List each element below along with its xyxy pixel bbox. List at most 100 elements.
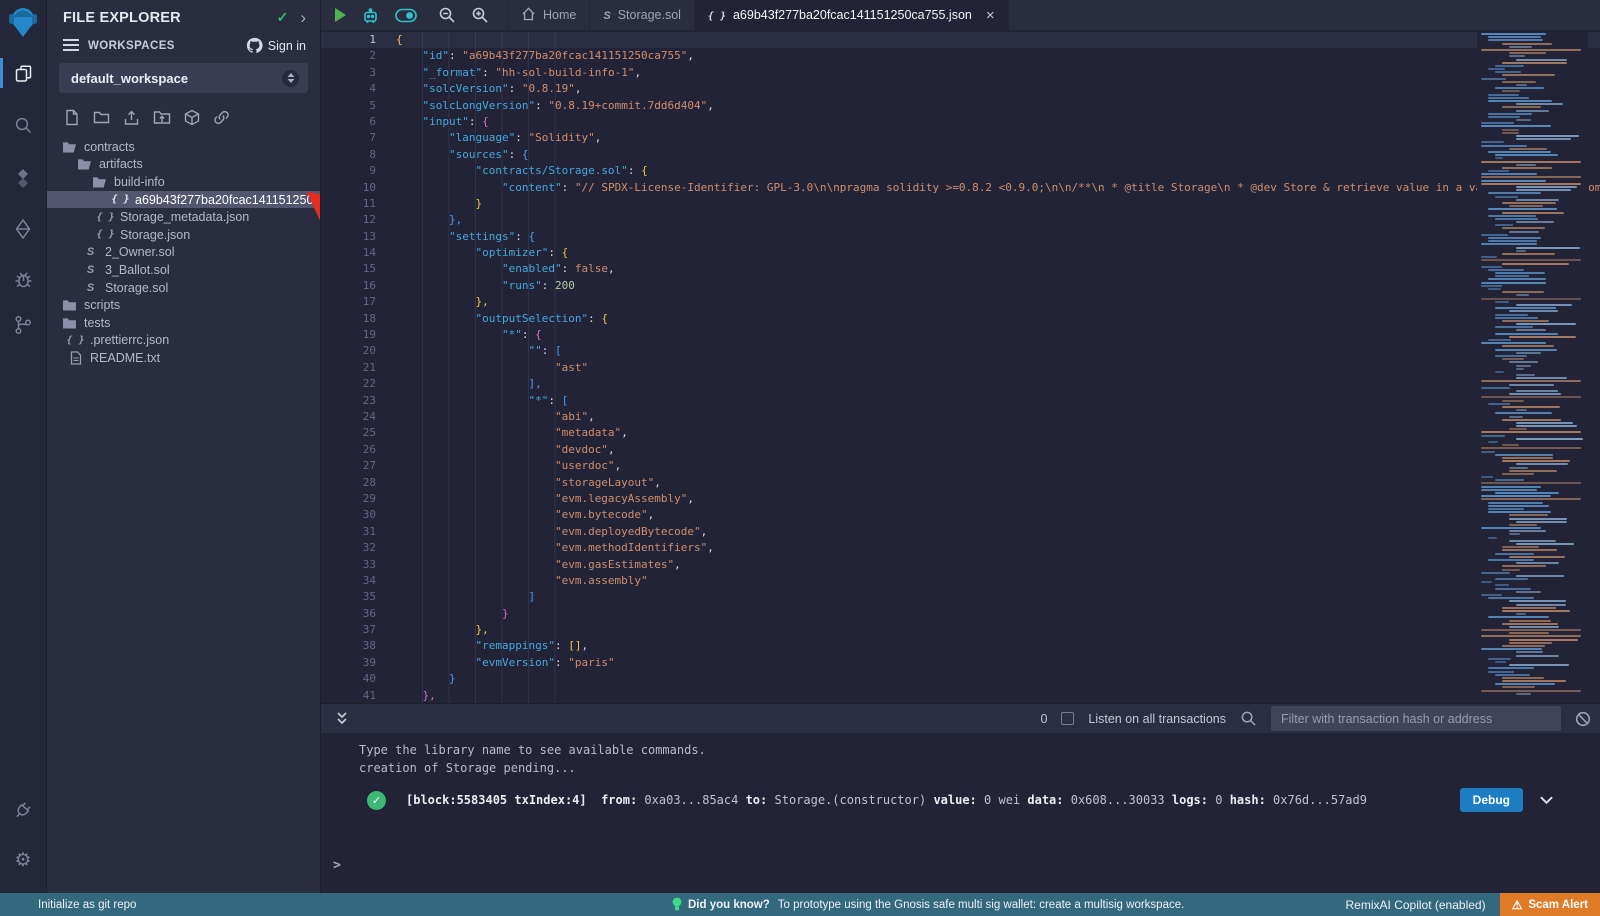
json-icon: { } xyxy=(708,8,726,22)
chevron-down-icon[interactable] xyxy=(1539,795,1554,806)
tree-item[interactable]: { }Storage_metadata.json xyxy=(47,208,320,226)
editor-area: HomeSStorage.sol { } a69b43f277ba20fcac141… xyxy=(321,0,1600,893)
sidebar-item-plugin-manager[interactable] xyxy=(0,793,46,827)
code-line: 25 "metadata", xyxy=(321,425,1600,441)
line-number: 8 xyxy=(321,147,376,163)
home-icon xyxy=(521,7,536,24)
minimap-line xyxy=(1509,620,1551,622)
git-init-status[interactable]: Initialize as git repo xyxy=(38,899,136,911)
folder-icon xyxy=(62,317,77,329)
toggle-icon[interactable] xyxy=(395,8,417,23)
minimap-line xyxy=(1495,492,1559,494)
sidebar-item-search[interactable] xyxy=(0,108,46,142)
terminal[interactable]: Type the library name to see available c… xyxy=(321,733,1600,893)
terminal-prompt[interactable]: > xyxy=(333,858,341,873)
tree-item[interactable]: scripts xyxy=(47,296,320,314)
minimap-line xyxy=(1502,320,1549,322)
line-number: 33 xyxy=(321,557,376,573)
tree-item[interactable]: artifacts xyxy=(47,156,320,174)
workbench: ⚙ FILE EXPLORER ✓ › WORKSPACES xyxy=(0,0,1600,893)
code-line: 6 "input": { xyxy=(321,114,1600,130)
tree-item[interactable]: { }a69b43f277ba20fcac141151250ca7... xyxy=(47,191,320,209)
hamburger-menu-icon[interactable] xyxy=(63,39,79,52)
copilot-status[interactable]: RemixAI Copilot (enabled) xyxy=(1346,898,1486,912)
tree-item[interactable]: README.txt xyxy=(47,349,320,367)
tree-item[interactable]: build-info xyxy=(47,173,320,191)
tree-item[interactable]: { }.prettierrc.json xyxy=(47,332,320,350)
debug-button[interactable]: Debug xyxy=(1460,788,1523,812)
minimap-line xyxy=(1509,632,1549,634)
minimap-line xyxy=(1481,145,1527,147)
new-file-icon[interactable] xyxy=(64,109,80,126)
minimap-line xyxy=(1488,597,1534,599)
tab-label: a69b43f277ba20fcac141151250ca755.json xyxy=(733,8,972,22)
zoom-out-icon[interactable] xyxy=(438,6,456,24)
minimap-line xyxy=(1516,189,1571,191)
sidebar-item-solidity-compiler[interactable] xyxy=(0,162,46,196)
remixai-robot-icon[interactable] xyxy=(361,6,380,25)
editor-tab[interactable]: SStorage.sol xyxy=(590,0,695,30)
minimap-line xyxy=(1509,428,1527,430)
close-tab-icon[interactable]: × xyxy=(986,8,995,23)
transaction-filter-input[interactable] xyxy=(1271,706,1561,731)
tree-item[interactable]: { }Storage.json xyxy=(47,226,320,244)
link-icon[interactable] xyxy=(213,109,230,126)
line-number: 2 xyxy=(321,48,376,64)
listen-all-transactions-checkbox[interactable] xyxy=(1061,712,1074,725)
upload-file-icon[interactable] xyxy=(123,110,140,126)
sidebar-item-settings[interactable]: ⚙ xyxy=(0,843,46,877)
expand-terminal-icon[interactable] xyxy=(335,711,349,726)
new-folder-icon[interactable] xyxy=(93,110,110,125)
line-number: 16 xyxy=(321,278,376,294)
line-number: 15 xyxy=(321,261,376,277)
minimap-line xyxy=(1516,329,1546,331)
tree-item[interactable]: SStorage.sol xyxy=(47,279,320,297)
sidebar-item-deploy-and-run[interactable] xyxy=(0,212,46,246)
remix-logo[interactable] xyxy=(7,5,39,44)
code-line: 24 "abi", xyxy=(321,409,1600,425)
minimap-line xyxy=(1495,317,1538,319)
run-script-icon[interactable] xyxy=(335,8,346,22)
minimap-line xyxy=(1502,129,1519,131)
gear-icon: ⚙ xyxy=(14,851,31,870)
sign-in-button[interactable]: Sign in xyxy=(246,37,306,54)
zoom-in-icon[interactable] xyxy=(471,6,489,24)
minimap-line xyxy=(1488,403,1510,405)
editor-tab[interactable]: Home xyxy=(507,0,590,30)
cube-icon[interactable] xyxy=(184,109,200,126)
minimap-line xyxy=(1495,661,1506,663)
scam-alert-button[interactable]: ⚠ Scam Alert xyxy=(1500,893,1600,916)
tree-item[interactable]: tests xyxy=(47,314,320,332)
tree-item[interactable]: S3_Ballot.sol xyxy=(47,261,320,279)
transaction-log-entry[interactable]: ✓ [block:5583405 txIndex:4] from: 0xa03.… xyxy=(367,788,1554,812)
clear-filter-ban-icon[interactable] xyxy=(1575,711,1591,727)
tree-item[interactable]: contracts xyxy=(47,138,320,156)
minimap-line xyxy=(1516,693,1531,695)
minimap-line xyxy=(1509,393,1561,395)
editor-tab[interactable]: { } a69b43f277ba20fcac141151250ca755.json… xyxy=(695,0,1009,30)
upload-folder-icon[interactable] xyxy=(153,110,171,125)
minimap-line xyxy=(1502,81,1536,83)
line-number: 6 xyxy=(321,114,376,130)
minimap-line xyxy=(1481,690,1581,692)
chevron-right-icon[interactable]: › xyxy=(300,9,306,26)
minimap-line xyxy=(1495,301,1509,303)
minimap[interactable] xyxy=(1477,30,1588,703)
code-editor[interactable]: 1{2 "id": "a69b43f277ba20fcac141151250ca… xyxy=(321,30,1600,703)
minimap-line xyxy=(1502,457,1553,459)
github-icon xyxy=(246,37,263,54)
minimap-line xyxy=(1516,655,1559,657)
folder-icon xyxy=(62,299,77,311)
workspace-select[interactable]: default_workspace xyxy=(59,63,308,93)
tree-item[interactable]: S2_Owner.sol xyxy=(47,244,320,262)
minimap-line xyxy=(1502,406,1560,408)
minimap-line xyxy=(1481,266,1502,268)
sidebar-item-git[interactable] xyxy=(0,308,46,342)
minimap-line xyxy=(1481,183,1581,185)
sidebar-item-debugger[interactable] xyxy=(0,262,46,296)
sidebar-item-file-explorer[interactable] xyxy=(0,56,46,90)
minimap-line xyxy=(1509,310,1558,312)
tree-item-label: artifacts xyxy=(99,157,143,171)
minimap-line xyxy=(1502,473,1534,475)
minimap-line xyxy=(1481,180,1546,182)
